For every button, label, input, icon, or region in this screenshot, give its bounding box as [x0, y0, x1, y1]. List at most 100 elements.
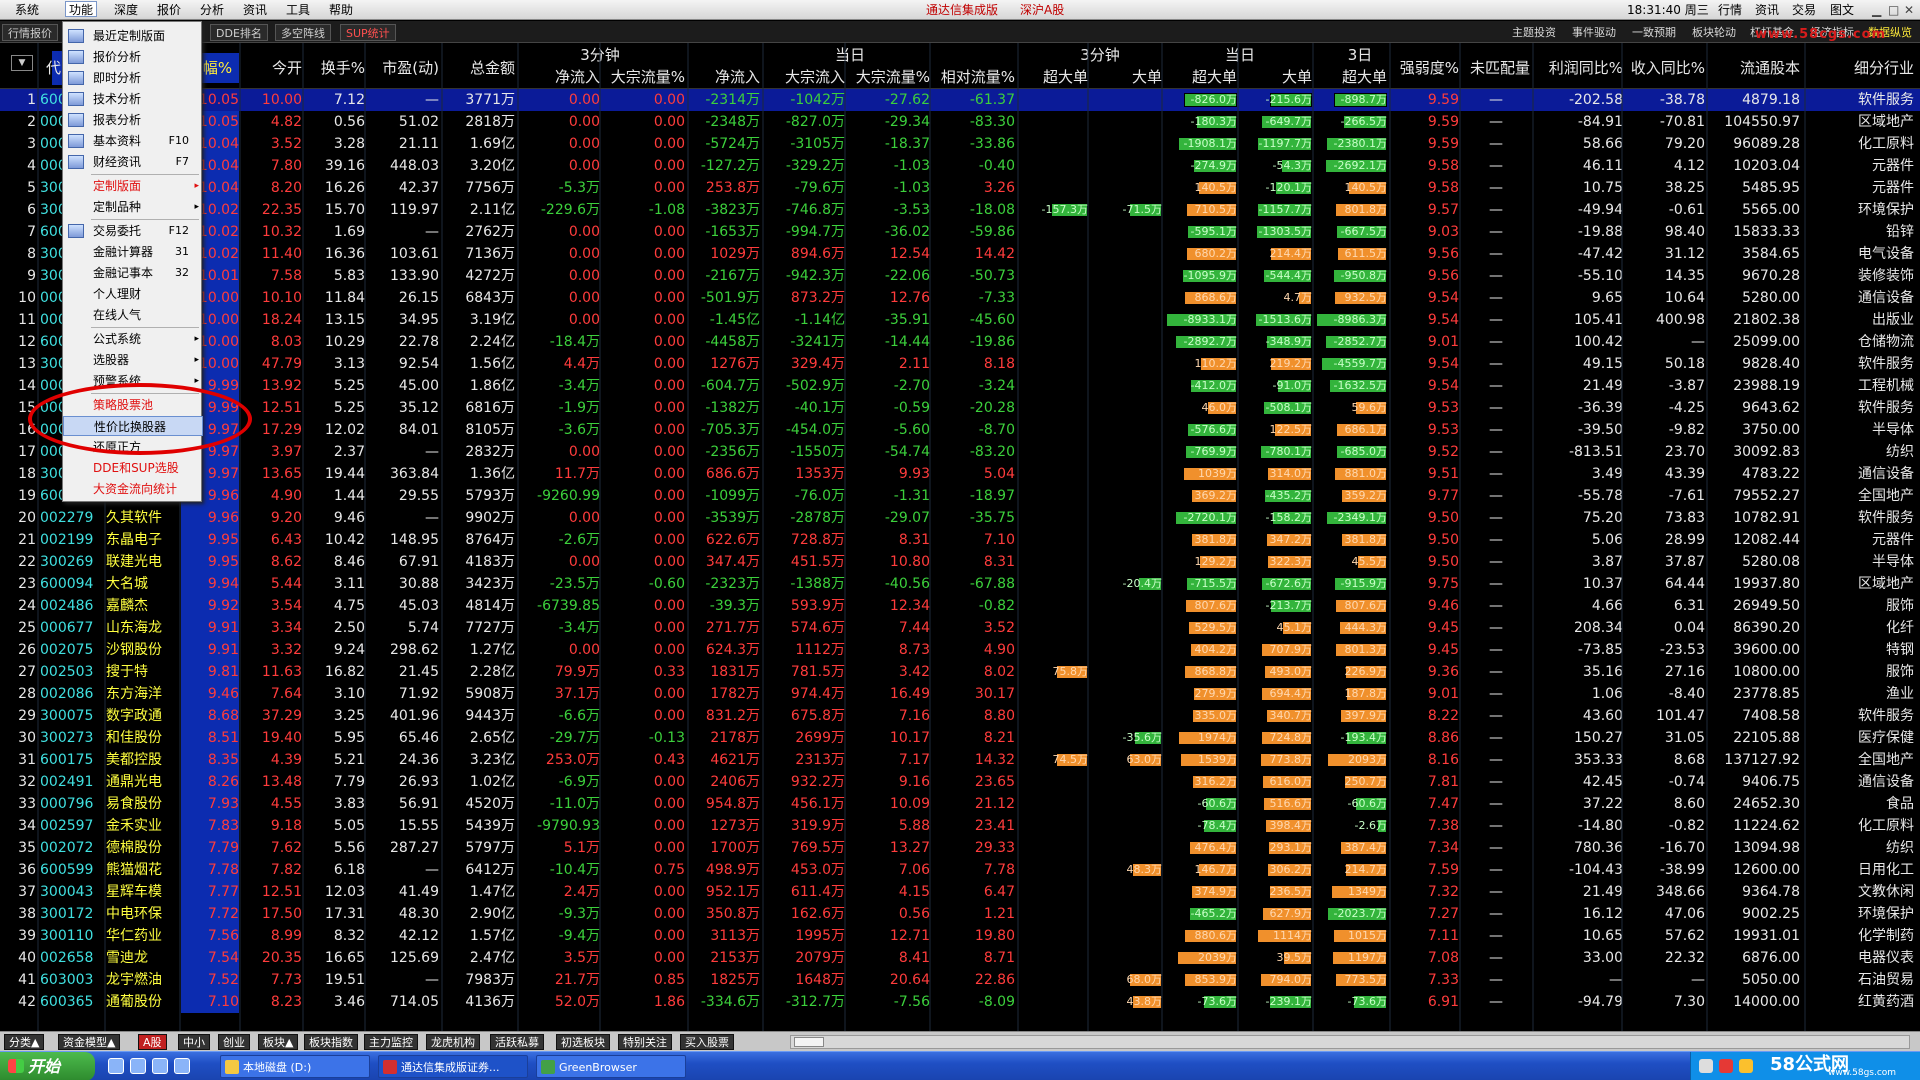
tab-bull-bear[interactable]: 多空阵线: [275, 24, 331, 41]
menu-function[interactable]: 功能: [65, 1, 98, 17]
table-row[interactable]: 6300XXX10.0222.3515.70119.972.11亿-229.6万…: [0, 199, 1920, 221]
keyboard-icon[interactable]: [1699, 1059, 1713, 1073]
menu-item-20[interactable]: DDE和SUP选股: [63, 458, 203, 478]
table-row[interactable]: 16000XXX9.9717.2912.0284.018105万-3.6万0.0…: [0, 419, 1920, 441]
table-row[interactable]: 42 600365 通葡股份 7.10 8.23 3.46 714.05 4136万 52.0万…: [0, 991, 1920, 1013]
header-turnover[interactable]: 换手%: [305, 53, 365, 83]
menu-item-16[interactable]: 预警系统 ▸: [63, 371, 203, 391]
header-revenue-yoy[interactable]: 收入同比%: [1625, 53, 1705, 83]
theme-invest-button[interactable]: 主题投资: [1512, 25, 1556, 40]
menu-item-6[interactable]: 财经资讯 F7: [63, 152, 203, 172]
tab-quote-list[interactable]: 行情报价: [2, 24, 58, 41]
table-row[interactable]: 27 002503 搜于特 9.81 11.63 16.82 21.45 2.28亿 79.9万…: [0, 661, 1920, 683]
header-pe[interactable]: 市盈(动): [365, 53, 439, 83]
mode-chart-button[interactable]: 图文: [1830, 2, 1854, 18]
table-row[interactable]: 23 600094 大名城 9.94 5.44 3.11 30.88 3423万 -23.5万 -…: [0, 573, 1920, 595]
table-row[interactable]: 19600XXX9.964.901.4429.555793万-9260.990.…: [0, 485, 1920, 507]
table-row[interactable]: 24 002486 嘉麟杰 9.92 3.54 4.75 45.03 4814万 -6739.8…: [0, 595, 1920, 617]
close-icon[interactable]: ✕: [1904, 2, 1914, 18]
table-row[interactable]: 37 300043 星辉车模 7.77 12.51 12.03 41.49 1.47亿 2.4万…: [0, 881, 1920, 903]
table-row[interactable]: 26 002075 沙钢股份 9.91 3.32 9.24 298.62 1.27亿 0.00 0…: [0, 639, 1920, 661]
header-code[interactable]: 代: [46, 53, 61, 83]
ie-browser-icon[interactable]: [130, 1058, 146, 1074]
minimize-icon[interactable]: ▁: [1872, 2, 1881, 18]
table-row[interactable]: 10000XXX10.0010.1011.8426.156843万0.000.0…: [0, 287, 1920, 309]
table-row[interactable]: 7600XXX10.0210.321.69—2762万0.000.00-1653…: [0, 221, 1920, 243]
header-day-super[interactable]: 超大单: [1165, 67, 1237, 87]
menu-item-14[interactable]: 公式系统 ▸: [63, 329, 203, 349]
tab-sup-stats[interactable]: SUP统计: [340, 24, 396, 41]
header-3day-super[interactable]: 超大单: [1315, 67, 1387, 87]
show-desktop-icon[interactable]: [108, 1058, 124, 1074]
table-row[interactable]: 29 300075 数字政通 8.68 37.29 3.25 401.96 9443万 -6.6…: [0, 705, 1920, 727]
horizontal-scrollbar[interactable]: [790, 1035, 1910, 1049]
table-row[interactable]: 20 002279 久其软件 9.96 9.20 9.46 — 9902万 0.00 0.00 -3…: [0, 507, 1920, 529]
bottom-tab-0[interactable]: 分类▲: [4, 1034, 45, 1050]
bottom-tab-7[interactable]: 主力监控: [364, 1034, 418, 1050]
event-driven-button[interactable]: 事件驱动: [1572, 25, 1616, 40]
start-button[interactable]: 开始: [0, 1052, 95, 1080]
bottom-tab-10[interactable]: 初选板块: [556, 1034, 610, 1050]
table-row[interactable]: 11000XXX10.0018.2413.1534.953.19亿0.000.0…: [0, 309, 1920, 331]
table-row[interactable]: 14000XXX9.9913.925.2545.001.86亿-3.4万0.00…: [0, 375, 1920, 397]
bottom-tab-3[interactable]: 中小: [178, 1034, 210, 1050]
mode-info-button[interactable]: 资讯: [1755, 2, 1779, 18]
table-row[interactable]: 4000XXX10.047.8039.16448.033.20亿0.000.00…: [0, 155, 1920, 177]
header-open[interactable]: 今开: [242, 53, 302, 83]
table-row[interactable]: 34 002597 金禾实业 7.83 9.18 5.05 15.55 5439万 -9790.…: [0, 815, 1920, 837]
table-row[interactable]: 5300XXX10.048.2016.2642.377756万-5.3万0.00…: [0, 177, 1920, 199]
menu-item-0[interactable]: 最近定制版面: [63, 26, 203, 46]
header-day-block-in[interactable]: 大宗流入: [765, 67, 845, 87]
table-row[interactable]: 40 002658 雪迪龙 7.54 20.35 16.65 125.69 2.47亿 3.5万…: [0, 947, 1920, 969]
header-day-block-pct[interactable]: 大宗流量%: [845, 67, 930, 87]
menu-item-4[interactable]: 报表分析: [63, 110, 203, 130]
menu-item-1[interactable]: 报价分析: [63, 47, 203, 67]
table-row[interactable]: 21 002199 东晶电子 9.95 6.43 10.42 148.95 8764万 -2.6…: [0, 529, 1920, 551]
menu-item-7[interactable]: 定制版面 ▸: [63, 176, 203, 196]
header-day-netflow[interactable]: 净流入: [690, 67, 760, 87]
tab-dde-rank[interactable]: DDE排名: [210, 24, 268, 41]
table-row[interactable]: 31 600175 美都控股 8.35 4.39 5.21 24.36 3.23亿 253.0万…: [0, 749, 1920, 771]
menu-item-5[interactable]: 基本资料 F10: [63, 131, 203, 151]
header-3min-netflow[interactable]: 净流入: [520, 67, 600, 87]
menu-system[interactable]: 系统: [12, 2, 42, 18]
mode-quote-button[interactable]: 行情: [1718, 2, 1742, 18]
table-row[interactable]: 18300XXX9.9713.6519.44363.841.36亿11.7万0.…: [0, 463, 1920, 485]
header-profit-yoy[interactable]: 利润同比%: [1537, 53, 1623, 83]
table-row[interactable]: 17000XXX9.973.972.37—2832万0.000.00-2356万…: [0, 441, 1920, 463]
menu-item-21[interactable]: 大资金流向统计: [63, 479, 203, 499]
bottom-tab-11[interactable]: 特别关注: [618, 1034, 672, 1050]
media-icon[interactable]: [152, 1058, 168, 1074]
header-day-large[interactable]: 大单: [1240, 67, 1312, 87]
header-float-shares[interactable]: 流通股本: [1710, 53, 1800, 83]
consensus-button[interactable]: 一致预期: [1632, 25, 1676, 40]
mode-trade-button[interactable]: 交易: [1792, 2, 1816, 18]
table-row[interactable]: 38 300172 中电环保 7.72 17.50 17.31 48.30 2.90亿 -9.3…: [0, 903, 1920, 925]
menu-item-10[interactable]: 金融计算器 31: [63, 242, 203, 262]
menu-item-18[interactable]: 性价比换股器: [63, 416, 203, 436]
task-local-disk[interactable]: 本地磁盘 (D:): [220, 1055, 370, 1078]
menu-item-3[interactable]: 技术分析: [63, 89, 203, 109]
table-row[interactable]: 3000XXX10.043.523.2821.111.69亿0.000.00-5…: [0, 133, 1920, 155]
scrollbar-thumb[interactable]: [794, 1037, 824, 1047]
bottom-tab-2[interactable]: A股: [138, 1034, 167, 1050]
menu-item-13[interactable]: 在线人气: [63, 305, 203, 325]
menu-item-2[interactable]: 即时分析: [63, 68, 203, 88]
task-greenbrowser[interactable]: GreenBrowser: [536, 1055, 686, 1078]
menu-tools[interactable]: 工具: [283, 2, 313, 18]
menu-item-8[interactable]: 定制品种 ▸: [63, 197, 203, 217]
security-icon[interactable]: [1719, 1059, 1733, 1073]
table-row[interactable]: 25 000677 山东海龙 9.91 3.34 2.50 5.74 7727万 -3.4万 0.…: [0, 617, 1920, 639]
header-3min-block-pct[interactable]: 大宗流量%: [600, 67, 685, 87]
header-strength[interactable]: 强弱度%: [1395, 53, 1459, 83]
column-dropdown-icon[interactable]: ▼: [11, 55, 33, 71]
network-icon[interactable]: [1739, 1059, 1753, 1073]
menu-item-12[interactable]: 个人理财: [63, 284, 203, 304]
bottom-tab-8[interactable]: 龙虎机构: [426, 1034, 480, 1050]
header-3min-super[interactable]: 超大单: [1020, 67, 1088, 87]
table-row[interactable]: 12600XXX10.008.0310.2922.782.24亿-18.4万0.…: [0, 331, 1920, 353]
table-row[interactable]: 13300XXX10.0047.793.1392.541.56亿4.4万0.00…: [0, 353, 1920, 375]
table-row[interactable]: 15000XXX9.9912.515.2535.126816万-1.9万0.00…: [0, 397, 1920, 419]
menu-item-9[interactable]: 交易委托 F12: [63, 221, 203, 241]
menu-quote[interactable]: 报价: [154, 2, 184, 18]
